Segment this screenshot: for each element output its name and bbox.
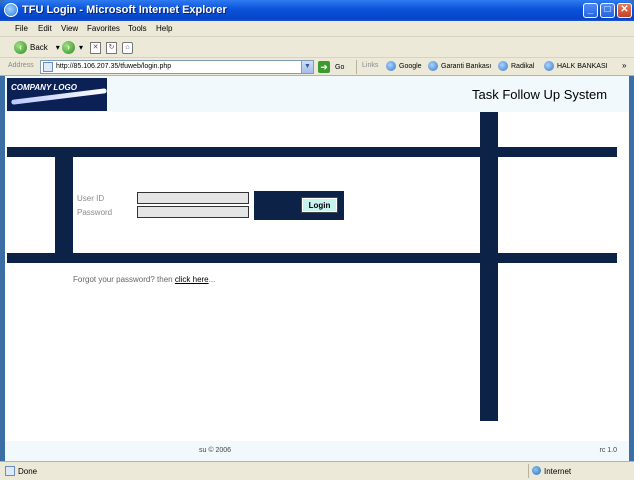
back-button[interactable]: ‹ Back ▾: [14, 40, 60, 55]
company-logo: COMPANY LOGO: [7, 78, 107, 111]
forward-arrow-icon: ›: [62, 41, 75, 54]
address-bar: Address http://85.106.207.35/tfuweb/logi…: [0, 58, 634, 76]
forward-dropdown-icon[interactable]: ▾: [79, 43, 83, 52]
links-separator: [356, 60, 357, 74]
stop-icon: ✕: [90, 41, 101, 54]
forgot-password: Forgot your password? then click here...: [73, 275, 215, 284]
menu-edit[interactable]: Edit: [38, 24, 52, 33]
go-label: Go: [335, 63, 345, 71]
title-bar: TFU Login - Microsoft Internet Explorer …: [0, 0, 634, 21]
status-bar: Done Internet: [0, 461, 634, 480]
address-label: Address: [8, 62, 34, 69]
page-footer: su © 2006 rc 1.0: [5, 441, 629, 461]
link-garanti-icon: [428, 61, 438, 71]
ie-icon: [4, 3, 18, 17]
forgot-text: Forgot your password? then: [73, 275, 173, 284]
address-url: http://85.106.207.35/tfuweb/login.php: [56, 63, 172, 70]
minimize-button[interactable]: _: [583, 3, 598, 18]
userid-label: User ID: [77, 194, 105, 203]
page-header: COMPANY LOGO Task Follow Up System: [5, 76, 629, 112]
link-halkbank[interactable]: HALK BANKASI: [544, 61, 608, 71]
address-input[interactable]: http://85.106.207.35/tfuweb/login.php ▼: [40, 60, 314, 74]
horizontal-bar-bottom: [7, 253, 617, 263]
password-label: Password: [77, 208, 113, 217]
security-zone: Internet: [528, 464, 632, 478]
back-dropdown-icon[interactable]: ▾: [56, 43, 60, 52]
link-halkbank-label: HALK BANKASI: [557, 62, 608, 70]
forgot-trailing: ...: [208, 275, 216, 284]
status-text: Done: [18, 467, 38, 476]
logo-text: COMPANY LOGO: [11, 83, 77, 92]
link-radikal[interactable]: Radikal: [498, 61, 534, 71]
link-garanti[interactable]: Garanti Bankası: [428, 61, 491, 71]
go-arrow-icon: ➜: [318, 61, 330, 73]
page-icon: [43, 62, 53, 72]
menu-favorites[interactable]: Favorites: [87, 24, 120, 33]
zone-text: Internet: [544, 467, 572, 476]
system-title: Task Follow Up System: [472, 87, 608, 102]
maximize-button[interactable]: □: [600, 3, 615, 18]
link-google[interactable]: Google: [386, 61, 422, 71]
globe-icon: [532, 466, 541, 475]
window-title: TFU Login - Microsoft Internet Explorer: [22, 4, 227, 16]
menu-view[interactable]: View: [61, 24, 78, 33]
go-button[interactable]: ➜ Go: [318, 61, 344, 73]
link-halkbank-icon: [544, 61, 554, 71]
refresh-icon: ↻: [106, 41, 117, 54]
login-panel: Login: [254, 191, 344, 220]
vertical-bar-left: [55, 157, 73, 253]
page-content: COMPANY LOGO Task Follow Up System User …: [5, 76, 629, 461]
link-google-icon: [386, 61, 396, 71]
menu-tools[interactable]: Tools: [128, 24, 147, 33]
horizontal-bar-top: [7, 147, 617, 157]
forward-button[interactable]: › ▾: [62, 40, 83, 55]
password-input[interactable]: [137, 206, 249, 218]
link-radikal-icon: [498, 61, 508, 71]
back-label: Back: [30, 43, 48, 52]
link-garanti-label: Garanti Bankası: [441, 62, 492, 70]
copyright-text: su © 2006: [199, 447, 232, 454]
home-icon: ⌂: [122, 41, 133, 54]
links-label: Links: [362, 62, 379, 69]
menu-help[interactable]: Help: [156, 24, 172, 33]
back-arrow-icon: ‹: [14, 41, 27, 54]
menu-file[interactable]: File: [15, 24, 28, 33]
forgot-link[interactable]: click here: [175, 275, 209, 284]
link-radikal-label: Radikal: [511, 62, 535, 70]
close-button[interactable]: ✕: [617, 3, 632, 18]
login-button[interactable]: Login: [301, 197, 338, 213]
version-text: rc 1.0: [599, 447, 617, 454]
vertical-bar-right: [480, 112, 498, 421]
menu-bar: File Edit View Favorites Tools Help: [0, 21, 634, 37]
address-dropdown-icon[interactable]: ▼: [301, 61, 313, 73]
toolbar: ‹ Back ▾ › ▾ ✕ ↻ ⌂: [0, 37, 634, 58]
links-overflow-icon[interactable]: »: [622, 61, 626, 70]
refresh-button[interactable]: ↻: [106, 40, 117, 55]
link-google-label: Google: [399, 62, 422, 70]
userid-input[interactable]: [137, 192, 249, 204]
stop-button[interactable]: ✕: [90, 40, 101, 55]
home-button[interactable]: ⌂: [122, 40, 133, 55]
page-done-icon: [5, 466, 15, 476]
